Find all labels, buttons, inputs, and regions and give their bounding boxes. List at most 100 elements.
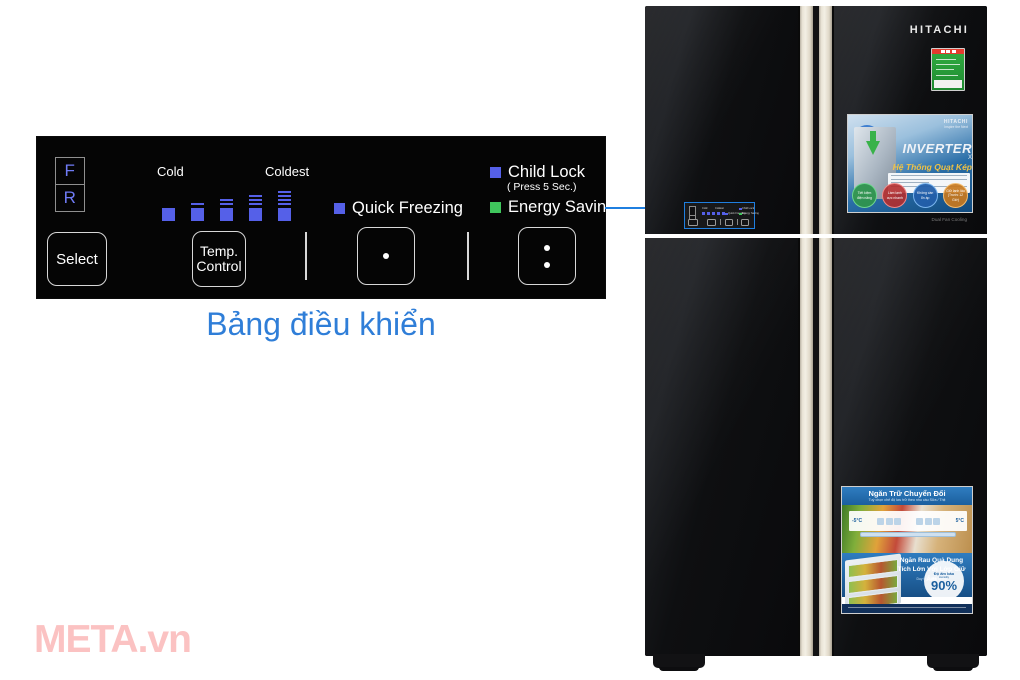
energy-rating-label-icon: [931, 48, 965, 91]
glass-sheen: [645, 238, 798, 656]
energy-saving-button[interactable]: [518, 227, 576, 285]
temp-step-1-base: [162, 208, 175, 221]
fresh-sticker-subtitle: Tuỳ chọn chế độ lưu trữ theo nhu cầu Sữa…: [868, 498, 946, 502]
lower-door-handles[interactable]: [798, 238, 834, 656]
refrigerator-product-image: HITACHI HITACHI Inspire the Next INVERTE…: [645, 6, 987, 671]
mini-label-energy-saving: Energy Saving: [742, 212, 759, 215]
temp-label-cold: Cold: [157, 164, 184, 179]
sticker-hitachi-tagline: Inspire the Next: [944, 125, 968, 129]
temp-step-5-bars: [278, 191, 291, 207]
model-text: Dual Fan Cooling: [931, 217, 968, 223]
temperature-range-strip: -5°C 5°C: [849, 511, 967, 531]
quick-freezing-label: Quick Freezing: [352, 199, 463, 217]
temp-step-2-bars: [191, 203, 204, 207]
energy-label-body: [932, 54, 964, 90]
inverter-sticker-feature-circles: Tiết kiệm điện năng Làm lạnh cực nhanh K…: [852, 183, 968, 208]
temp-step-4-bars: [249, 195, 262, 207]
double-dot-icon-bottom: [544, 261, 550, 268]
lower-left-door: [645, 238, 798, 656]
energy-label-footer: [934, 79, 962, 88]
humidity-badge-value: 90%: [930, 577, 958, 593]
temp-range-max: 5°C: [955, 518, 964, 524]
temp-range-min: -5°C: [852, 518, 863, 524]
energy-saving-led-icon: [490, 202, 501, 213]
double-dot-icon-top: [544, 244, 550, 251]
temp-step-3-base: [220, 208, 233, 221]
inverter-sticker-title: INVERTER: [902, 141, 972, 156]
temperature-level-indicator: [162, 187, 342, 221]
hitachi-brand-logo: HITACHI: [909, 24, 969, 36]
temp-range-boxes: [877, 517, 902, 525]
refrigerator-foot-right: [927, 654, 979, 671]
mini-temp-control-button[interactable]: [707, 219, 716, 226]
inverter-sticker-subtitle: Hệ Thống Quạt Kép: [892, 162, 972, 172]
child-lock-hint: ( Press 5 Sec.): [507, 181, 577, 193]
quick-freezing-button[interactable]: [357, 227, 415, 285]
inverter-sticker-cross: X: [967, 155, 972, 161]
sticker-footer-band: [842, 604, 972, 613]
watermark-vn: .vn: [137, 618, 192, 661]
mini-quick-freezing-button[interactable]: [725, 219, 733, 226]
child-lock-led-icon: [490, 167, 501, 178]
screenshot-root: F R Cold Coldest Quick Freezing Child Lo…: [0, 0, 1020, 680]
child-lock-label: Child Lock: [508, 163, 586, 181]
upper-left-door: [645, 6, 798, 234]
fr-mode-refrigerator[interactable]: R: [56, 185, 84, 212]
quick-freezing-led-icon: [334, 203, 345, 214]
upper-handle-right[interactable]: [819, 6, 832, 234]
temp-label-coldest: Coldest: [265, 164, 310, 179]
mini-energy-saving-button[interactable]: [741, 219, 749, 226]
indicator-quick-freezing: Quick Freezing: [334, 199, 463, 218]
humidity-badge: Độ ẩm bảo Humidity 90%: [924, 561, 964, 601]
refrigerator-upper-section: HITACHI HITACHI Inspire the Next INVERTE…: [645, 6, 987, 234]
mini-divider-2: [737, 219, 738, 225]
energy-saving-label: Energy Saving: [508, 198, 616, 216]
mini-label-cold: Cold: [702, 207, 708, 210]
mini-divider-1: [720, 219, 721, 225]
inverter-sticker: HITACHI Inspire the Next INVERTER X Hệ T…: [847, 114, 973, 213]
temp-range-boxes-2: [916, 517, 941, 525]
control-panel-surface: F R Cold Coldest Quick Freezing Child Lo…: [37, 137, 615, 298]
lower-handle-right[interactable]: [819, 238, 832, 656]
indicator-energy-saving: Energy Saving: [490, 198, 615, 217]
panel-caption: Bảng điều khiển: [206, 306, 436, 342]
temp-control-line1: Temp.: [199, 242, 239, 259]
watermark: META.vn: [34, 618, 192, 662]
fr-mode-freezer[interactable]: F: [56, 158, 84, 185]
temp-control-line2: Control: [196, 258, 242, 274]
fresh-sticker-title: Ngăn Trữ Chuyển Đổi: [868, 489, 946, 498]
fr-mode-selector[interactable]: F R: [55, 157, 85, 212]
indicator-child-lock: Child Lock: [490, 163, 585, 182]
temp-control-button[interactable]: Temp. Control: [192, 231, 246, 287]
temp-step-4-base: [249, 208, 262, 221]
upper-handle-left[interactable]: [800, 6, 813, 234]
door-control-panel: Cold Coldest Quick Freezing Child Lock E…: [685, 203, 759, 228]
control-panel-highlight[interactable]: Cold Coldest Quick Freezing Child Lock E…: [684, 202, 759, 229]
refrigerator-foot-left: [653, 654, 705, 671]
mini-select-button[interactable]: [688, 219, 698, 226]
single-dot-icon: [383, 253, 389, 259]
feature-circle-3: Không cần ổn áp: [912, 183, 938, 208]
feature-circle-2: Làm lạnh cực nhanh: [882, 183, 908, 208]
temp-step-3-bars: [220, 199, 233, 207]
lower-handle-left[interactable]: [800, 238, 813, 656]
control-panel: F R Cold Coldest Quick Freezing Child Lo…: [36, 136, 615, 299]
temp-step-2-base: [191, 208, 204, 221]
crisper-drawers-illustration: [845, 553, 901, 611]
feature-circle-1: Tiết kiệm điện năng: [852, 183, 877, 208]
button-divider-1: [305, 232, 307, 280]
temperature-slider-graphic: [860, 532, 956, 537]
sticker-hitachi-logo: HITACHI Inspire the Next: [943, 119, 968, 129]
fresh-select-sticker: Ngăn Trữ Chuyển Đổi Tuỳ chọn chế độ lưu …: [841, 486, 973, 614]
refrigerator-lower-section: Ngăn Trữ Chuyển Đổi Tuỳ chọn chế độ lưu …: [645, 238, 987, 656]
mini-temperature-steps: [702, 212, 725, 215]
select-button[interactable]: Select: [47, 232, 107, 286]
watermark-meta: META: [34, 618, 139, 661]
upper-door-handles[interactable]: [798, 6, 834, 234]
mini-label-coldest: Coldest: [715, 207, 724, 210]
button-divider-2: [467, 232, 469, 280]
temp-step-5-base: [278, 208, 291, 221]
feature-circle-4: Giữ lạnh lâu (Trước 12 Giờ): [942, 183, 968, 208]
glass-sheen: [645, 6, 798, 234]
mini-label-child-lock: Child Lock: [742, 207, 755, 210]
